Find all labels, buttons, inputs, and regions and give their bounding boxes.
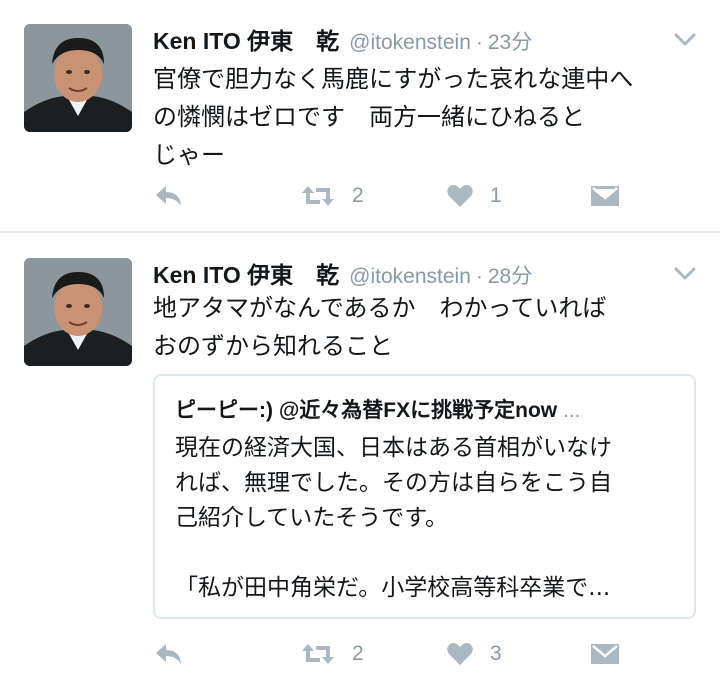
tweet-text: 官僚で胆力なく馬鹿にすがった哀れな連中へ の憐憫はゼロです 両方一緒にひねると … xyxy=(153,60,693,174)
author-name[interactable]: Ken ITO 伊東 乾 xyxy=(153,256,339,290)
reply-button[interactable] xyxy=(154,176,184,216)
chevron-down-icon[interactable] xyxy=(672,264,698,284)
like-button[interactable]: 3 xyxy=(446,634,502,674)
direct-message-button[interactable] xyxy=(590,176,620,216)
quoted-tweet-header: ピーピー:) @近々為替FXに挑戦予定now... xyxy=(175,394,580,428)
like-button[interactable]: 1 xyxy=(446,176,502,216)
quoted-header-ellipsis: ... xyxy=(563,401,581,422)
tweet-text-line: じゃー xyxy=(153,141,225,169)
tweet-text-line: の憐憫はゼロです 両方一緒にひねると xyxy=(153,103,585,131)
chevron-down-icon[interactable] xyxy=(672,30,698,50)
tweet-text-line: おのずから知れること xyxy=(153,332,393,360)
quoted-tweet-text: 現在の経済大国、日本はある首相がいなけ れば、無理でした。その方は自らをこう自 … xyxy=(175,431,685,606)
retweet-icon xyxy=(300,182,336,210)
action-bar: 2 3 xyxy=(0,634,720,674)
retweet-button[interactable]: 2 xyxy=(300,634,364,674)
author-handle[interactable]: @itokenstein xyxy=(349,31,471,55)
timestamp[interactable]: 28分 xyxy=(488,260,532,290)
tweet-text-line: 官僚で胆力なく馬鹿にすがった哀れな連中へ xyxy=(153,65,634,93)
envelope-icon xyxy=(590,184,620,208)
retweet-count: 2 xyxy=(352,184,364,207)
quoted-author: ピーピー:) @近々為替FXに挑戦予定now xyxy=(175,399,558,422)
separator-dot: · xyxy=(475,265,483,288)
retweet-button[interactable]: 2 xyxy=(300,176,364,216)
quoted-text-line: 現在の経済大国、日本はある首相がいなけ xyxy=(175,435,612,461)
author-handle[interactable]: @itokenstein xyxy=(349,265,471,289)
separator-dot: · xyxy=(475,31,483,54)
like-count: 1 xyxy=(490,184,502,207)
direct-message-button[interactable] xyxy=(590,634,620,674)
tweet-header: Ken ITO 伊東 乾 @itokenstein · 28分 xyxy=(153,256,532,290)
tweet[interactable]: Ken ITO 伊東 乾 @itokenstein · 23分 官僚で胆力なく馬… xyxy=(0,0,720,231)
reply-button[interactable] xyxy=(154,634,184,674)
tweet[interactable]: Ken ITO 伊東 乾 @itokenstein · 28分 地アタマがなんで… xyxy=(0,234,720,689)
tweet-text: 地アタマがなんであるか わかっていれば おのずから知れること xyxy=(153,289,693,365)
author-name[interactable]: Ken ITO 伊東 乾 xyxy=(153,22,339,56)
quoted-tweet[interactable]: ピーピー:) @近々為替FXに挑戦予定now... 現在の経済大国、日本はある首… xyxy=(153,374,696,619)
quoted-text-line: 己紹介していたそうです。 xyxy=(175,505,449,531)
tweet-text-line: 地アタマがなんであるか わかっていれば xyxy=(153,294,607,322)
envelope-icon xyxy=(590,642,620,666)
quoted-text-line: 「私が田中角栄だ。小学校高等科卒業で... xyxy=(175,575,611,601)
heart-icon xyxy=(446,183,474,209)
avatar[interactable] xyxy=(24,24,132,132)
heart-icon xyxy=(446,641,474,667)
like-count: 3 xyxy=(490,642,502,665)
action-bar: 2 1 xyxy=(0,176,720,216)
retweet-icon xyxy=(300,640,336,668)
reply-icon xyxy=(154,183,184,209)
retweet-count: 2 xyxy=(352,642,364,665)
avatar[interactable] xyxy=(24,258,132,366)
quoted-text-line: れば、無理でした。その方は自らをこう自 xyxy=(175,470,612,496)
tweet-header: Ken ITO 伊東 乾 @itokenstein · 23分 xyxy=(153,22,532,56)
reply-icon xyxy=(154,641,184,667)
timestamp[interactable]: 23分 xyxy=(488,26,532,56)
tweet-divider xyxy=(0,231,720,233)
